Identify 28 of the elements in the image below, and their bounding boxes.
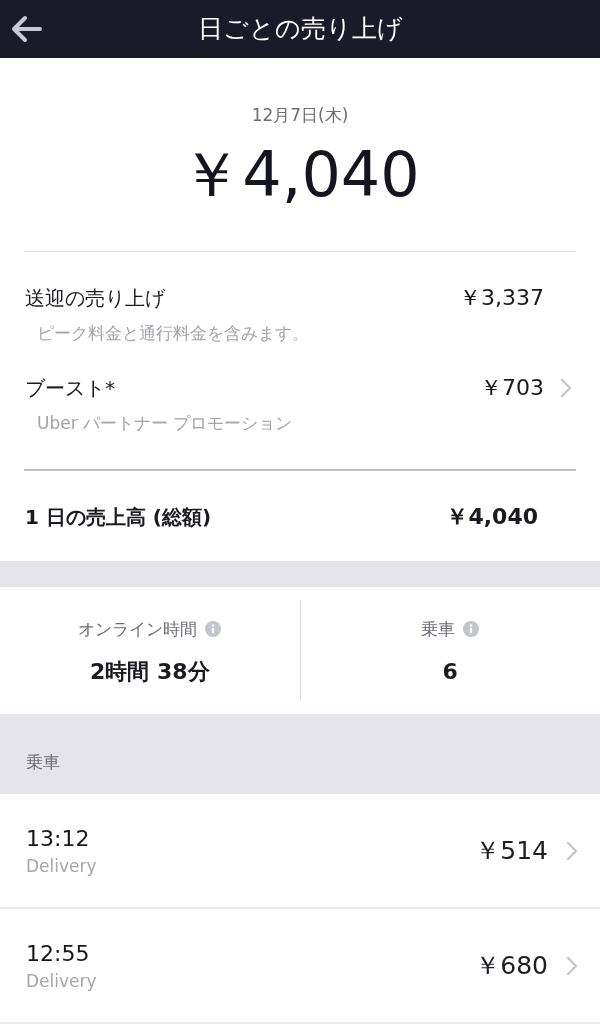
earnings-amount: ￥703 <box>480 374 544 402</box>
stat-value: 6 <box>442 658 458 686</box>
back-arrow-icon <box>11 15 43 43</box>
info-icon[interactable] <box>463 621 480 637</box>
total-earnings-amount: ￥4,040 <box>180 137 420 213</box>
trip-type: Delivery <box>26 854 97 878</box>
stat-label: オンライン時間 <box>78 618 198 641</box>
stat-value: 2時間 38分 <box>89 658 210 686</box>
header-title: 日ごとの売り上げ <box>197 13 403 45</box>
trip-amount: ￥514 <box>475 834 548 867</box>
date-label: 12月7日(木) <box>251 104 349 127</box>
trip-type: Delivery <box>26 969 97 993</box>
earnings-note: ピーク料金と通行料金を含みます。 <box>37 322 309 345</box>
daily-total-label: 1 日の売上高 (総額) <box>25 504 213 531</box>
trip-amount: ￥680 <box>475 949 548 982</box>
chevron-icon <box>566 840 578 861</box>
daily-total-amount: ￥4,040 <box>446 503 538 531</box>
earnings-amount: ￥3,337 <box>459 284 544 312</box>
trip-time: 13:12 <box>26 824 90 853</box>
trip-time: 12:55 <box>26 939 90 968</box>
stat-label: 乗車 <box>421 618 456 641</box>
earnings-note: Uber パートナー プロモーション <box>37 412 293 435</box>
chevron-icon <box>566 955 578 976</box>
info-icon[interactable] <box>205 621 222 637</box>
earnings-label: ブースト* <box>25 375 116 402</box>
earnings-label: 送迎の売り上げ <box>25 285 166 312</box>
back-button[interactable] <box>11 15 43 43</box>
section-title: 乗車 <box>26 751 60 774</box>
